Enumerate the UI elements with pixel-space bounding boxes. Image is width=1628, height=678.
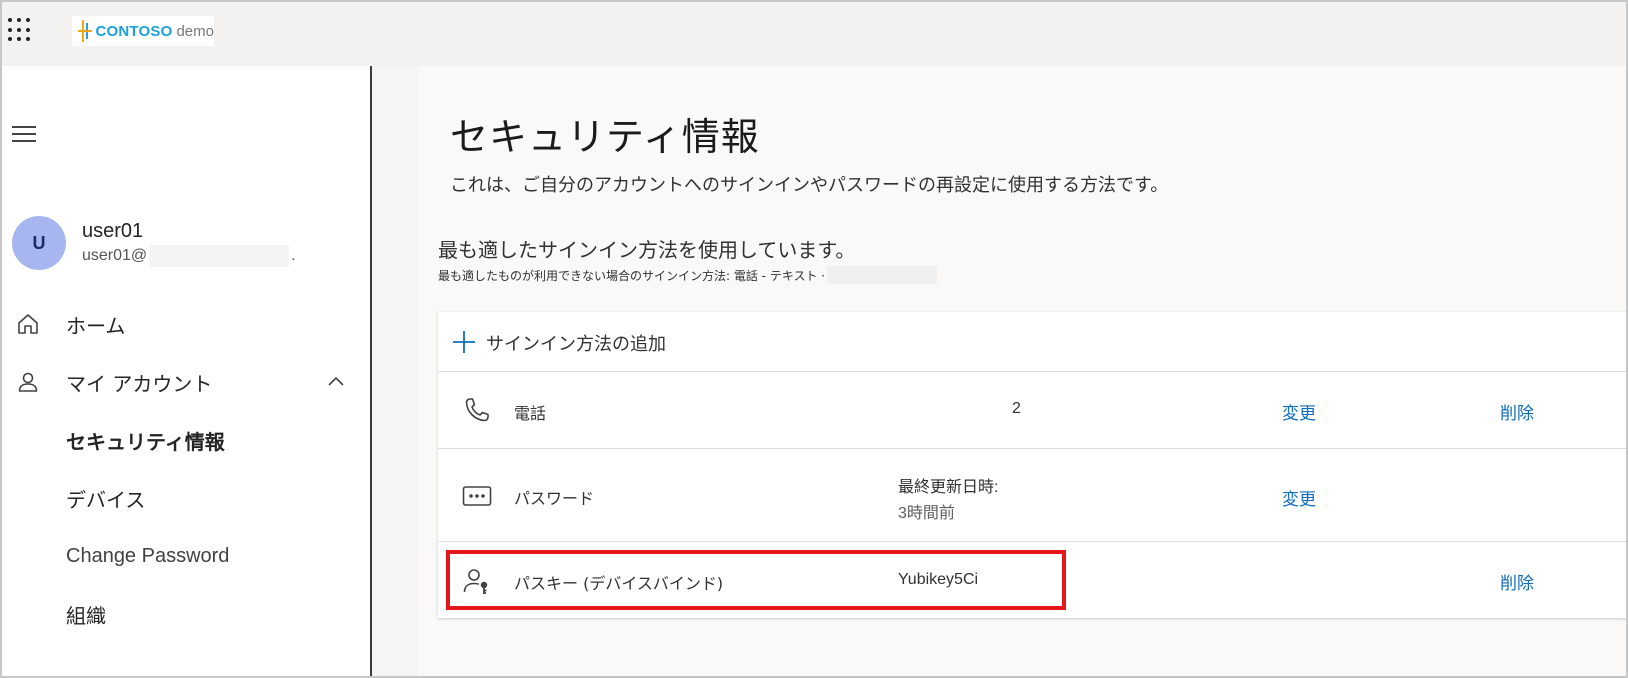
sidebar-item-label: 組織 — [66, 603, 106, 628]
method-name: パスワード — [514, 489, 595, 508]
app-launcher-icon[interactable] — [8, 18, 32, 42]
chevron-up-icon[interactable] — [326, 372, 346, 392]
brand-suffix: demo — [176, 22, 214, 40]
main-content: セキュリティ情報 これは、ご自分のアカウントへのサインインやパスワードの再設定に… — [372, 66, 1626, 676]
method-detail: Yubikey5Ci — [898, 571, 979, 588]
sidebar: U user01 user01@ . ホーム マイ アカウント セキュリティ情報 — [2, 66, 372, 676]
last-updated-value: 3時間前 — [898, 505, 955, 522]
person-icon — [18, 372, 38, 392]
method-row-passkey: パスキー (デバイスバインド) Yubikey5Ci 削除 — [438, 542, 1626, 618]
user-email-prefix: user01@ — [82, 247, 148, 264]
change-password-link[interactable]: 変更 — [1282, 485, 1316, 510]
brand-logo[interactable]: CONTOSO demo — [72, 16, 214, 46]
sidebar-item-change-password[interactable]: Change Password — [2, 534, 370, 578]
sidebar-item-security-info[interactable]: セキュリティ情報 — [2, 418, 370, 462]
sign-in-methods-card: サインイン方法の追加 電話 2 変更 削除 パスワード 最終更新日時: 3時間前… — [438, 312, 1626, 618]
method-row-phone: 電話 2 変更 削除 — [438, 372, 1626, 449]
redacted-fallback-value — [827, 266, 938, 284]
brand-name: CONTOSO — [95, 22, 173, 40]
change-phone-link[interactable]: 変更 — [1282, 399, 1316, 424]
sidebar-item-home[interactable]: ホーム — [2, 302, 370, 346]
user-email: user01@ . — [82, 245, 296, 267]
delete-phone-link[interactable]: 削除 — [1500, 399, 1534, 424]
method-name: パスキー (デバイスバインド) — [514, 574, 724, 593]
page-title: セキュリティ情報 — [450, 115, 760, 159]
sidebar-item-label: ホーム — [66, 313, 126, 338]
user-email-suffix: . — [291, 247, 296, 264]
redacted-email-domain — [149, 245, 290, 267]
avatar[interactable]: U — [12, 216, 66, 270]
sidebar-item-devices[interactable]: デバイス — [2, 476, 370, 520]
method-row-password: パスワード 最終更新日時: 3時間前 変更 — [438, 449, 1626, 542]
top-bar: CONTOSO demo — [2, 2, 1626, 66]
page-description: これは、ご自分のアカウントへのサインインやパスワードの再設定に使用する方法です。 — [450, 175, 1169, 196]
passkey-person-key-icon — [463, 569, 488, 594]
sidebar-item-my-account[interactable]: マイ アカウント — [2, 360, 370, 404]
browser-frame: CONTOSO demo U user01 user01@ . ホーム マイ ア — [0, 0, 1628, 678]
sidebar-item-organizations[interactable]: 組織 — [2, 592, 370, 636]
method-detail: 2 — [1012, 400, 1021, 417]
user-display-name: user01 — [82, 220, 144, 242]
delete-passkey-link[interactable]: 削除 — [1500, 569, 1534, 594]
fallback-method-label: 最も適したものが利用できない場合のサインイン方法: 電話 - テキスト · — [438, 268, 826, 283]
plus-icon — [453, 331, 475, 353]
add-sign-in-method-button[interactable]: サインイン方法の追加 — [438, 312, 1626, 372]
sidebar-item-label: マイ アカウント — [66, 371, 213, 396]
sidebar-item-label: Change Password — [66, 544, 230, 567]
fallback-method-text: 最も適したものが利用できない場合のサインイン方法: 電話 - テキスト · — [438, 266, 938, 284]
home-icon — [18, 314, 38, 334]
contoso-logo-icon — [78, 20, 92, 42]
add-method-label: サインイン方法の追加 — [486, 334, 666, 355]
hamburger-menu-icon[interactable] — [12, 124, 38, 144]
sidebar-item-label: セキュリティ情報 — [66, 429, 225, 454]
method-name: 電話 — [514, 404, 547, 423]
main-left-gutter — [372, 66, 418, 676]
last-updated-label: 最終更新日時: — [898, 479, 999, 496]
password-dots-icon — [462, 486, 492, 506]
default-method-title: 最も適したサインイン方法を使用しています。 — [438, 238, 856, 262]
password-last-updated: 最終更新日時: 3時間前 — [898, 473, 998, 523]
sidebar-item-label: デバイス — [66, 487, 146, 512]
phone-icon — [465, 398, 489, 422]
